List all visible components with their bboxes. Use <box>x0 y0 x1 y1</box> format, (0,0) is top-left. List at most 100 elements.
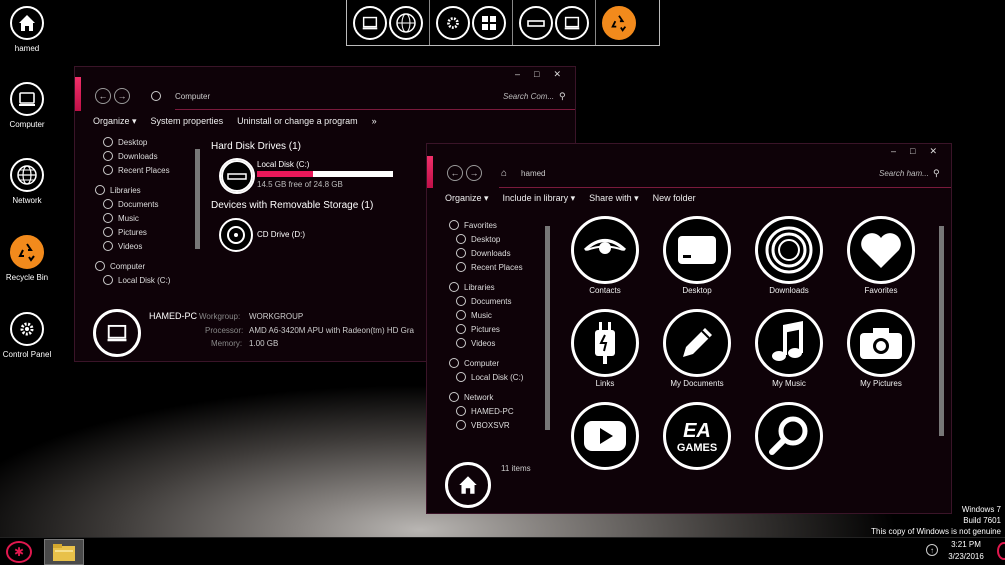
show-desktop-button[interactable] <box>997 542 1005 560</box>
back-button[interactable]: ← <box>95 88 111 104</box>
nav-item-vboxsvr[interactable]: VBOXSVR <box>456 418 523 432</box>
back-button[interactable]: ← <box>447 165 463 181</box>
start-button[interactable]: ✱ <box>6 541 32 563</box>
desktop-icon-computer[interactable]: Computer <box>2 82 52 129</box>
content-scrollbar[interactable] <box>939 226 944 436</box>
nav-item-libraries[interactable]: Libraries <box>95 183 170 197</box>
hamed-window[interactable]: – □ ✕ ← → ⌂ hamed Search ham... ⚲ Organi… <box>426 143 952 514</box>
clock-date[interactable]: 3/23/2016 <box>942 552 990 561</box>
nav-item-videos[interactable]: Videos <box>456 336 523 350</box>
nav-item-videos[interactable]: Videos <box>103 239 170 253</box>
nav-item-desktop[interactable]: Desktop <box>103 135 170 149</box>
item-tile[interactable] <box>559 402 651 472</box>
forward-button[interactable]: → <box>114 88 130 104</box>
address-bar: ← → Computer <box>95 88 210 104</box>
item-tile[interactable]: My Pictures <box>835 309 927 388</box>
nav-item-pictures[interactable]: Pictures <box>103 225 170 239</box>
computer-icon <box>10 82 44 116</box>
item-tile[interactable]: Downloads <box>743 216 835 295</box>
include-in-library-button[interactable]: Include in library ▾ <box>503 193 576 204</box>
close-button[interactable]: ✕ <box>929 146 937 157</box>
nav-item-pictures[interactable]: Pictures <box>456 322 523 336</box>
address-text[interactable]: Computer <box>175 92 210 101</box>
share-with-button[interactable]: Share with ▾ <box>589 193 639 204</box>
item-tile[interactable] <box>743 402 835 472</box>
new-folder-button[interactable]: New folder <box>653 193 696 204</box>
libraries-icon <box>449 282 459 292</box>
nav-item-recent[interactable]: Recent Places <box>456 260 523 274</box>
star-icon <box>449 220 459 230</box>
nav-item-downloads[interactable]: Downloads <box>103 149 170 163</box>
search-input[interactable]: Search Com... <box>503 92 554 101</box>
computer-icon[interactable] <box>353 5 387 40</box>
item-label: My Documents <box>670 379 724 388</box>
taskbar-explorer-button[interactable] <box>44 539 84 565</box>
windows-icon[interactable] <box>472 5 506 40</box>
address-text[interactable]: hamed <box>521 169 545 178</box>
search-input[interactable]: Search ham... <box>879 169 929 178</box>
desktop-icon-network[interactable]: Network <box>2 158 52 205</box>
uninstall-button[interactable]: Uninstall or change a program <box>237 116 358 127</box>
nav-scrollbar[interactable] <box>195 149 200 249</box>
desktop-icon <box>103 137 113 147</box>
nav-item-libraries[interactable]: Libraries <box>449 280 523 294</box>
pencil-icon <box>663 309 731 377</box>
close-button[interactable]: ✕ <box>553 69 561 80</box>
maximize-button[interactable]: □ <box>534 69 539 80</box>
recycle-icon[interactable] <box>602 5 636 40</box>
nav-item-local-disk[interactable]: Local Disk (C:) <box>456 370 523 384</box>
nav-item-documents[interactable]: Documents <box>456 294 523 308</box>
nav-item-desktop[interactable]: Desktop <box>456 232 523 246</box>
address-bar: ← → ⌂ hamed <box>447 165 546 181</box>
nav-item-network[interactable]: Network <box>449 390 523 404</box>
accent-bar <box>75 77 81 111</box>
forward-button[interactable]: → <box>466 165 482 181</box>
more-button[interactable]: » <box>372 116 377 127</box>
tray-arrow-icon[interactable]: ↑ <box>926 544 938 556</box>
nav-item-documents[interactable]: Documents <box>103 197 170 211</box>
organize-button[interactable]: Organize ▾ <box>93 116 137 127</box>
nav-item-favorites[interactable]: Favorites <box>449 218 523 232</box>
pictures-icon <box>456 324 466 334</box>
clock-time[interactable]: 3:21 PM <box>946 540 986 549</box>
item-tile[interactable]: Contacts <box>559 216 651 295</box>
organize-button[interactable]: Organize ▾ <box>445 193 489 204</box>
item-tile[interactable]: My Documents <box>651 309 743 388</box>
nav-item-music[interactable]: Music <box>103 211 170 225</box>
computer-icon[interactable] <box>555 5 589 40</box>
desktop-icon-hamed[interactable]: hamed <box>2 6 52 53</box>
dock-group <box>430 0 513 45</box>
system-properties-button[interactable]: System properties <box>151 116 224 127</box>
drive-icon[interactable] <box>519 5 553 40</box>
minimize-button[interactable]: – <box>891 146 896 157</box>
minimize-button[interactable]: – <box>515 69 520 80</box>
desktop-icon-control-panel[interactable]: Control Panel <box>2 312 52 359</box>
nav-item-computer[interactable]: Computer <box>449 356 523 370</box>
cd-icon[interactable] <box>219 218 253 254</box>
nav-item-recent[interactable]: Recent Places <box>103 163 170 177</box>
item-tile[interactable]: Desktop <box>651 216 743 295</box>
nav-item-music[interactable]: Music <box>456 308 523 322</box>
local-disk-name[interactable]: Local Disk (C:) <box>257 160 309 169</box>
search-icon[interactable]: ⚲ <box>933 168 940 179</box>
item-tile[interactable]: Links <box>559 309 651 388</box>
gear-icon[interactable] <box>436 5 470 40</box>
item-tile[interactable]: My Music <box>743 309 835 388</box>
maximize-button[interactable]: □ <box>910 146 915 157</box>
search-icon[interactable]: ⚲ <box>559 91 566 102</box>
item-tile[interactable]: Favorites <box>835 216 927 295</box>
music-icon <box>456 310 466 320</box>
videos-icon <box>456 338 466 348</box>
globe-icon[interactable] <box>389 5 423 40</box>
desktop-icon-label: Control Panel <box>2 350 52 359</box>
desktop-icon-recycle-bin[interactable]: Recycle Bin <box>2 235 52 282</box>
cd-drive-name[interactable]: CD Drive (D:) <box>257 230 305 239</box>
nav-item-hamed-pc[interactable]: HAMED-PC <box>456 404 523 418</box>
nav-item-computer[interactable]: Computer <box>95 259 170 273</box>
drive-icon[interactable] <box>219 158 255 194</box>
nav-item-downloads[interactable]: Downloads <box>456 246 523 260</box>
nav-scrollbar[interactable] <box>545 226 550 430</box>
documents-icon <box>103 199 113 209</box>
nav-item-local-disk[interactable]: Local Disk (C:) <box>103 273 170 287</box>
item-tile[interactable]: EA GAMES <box>651 402 743 472</box>
